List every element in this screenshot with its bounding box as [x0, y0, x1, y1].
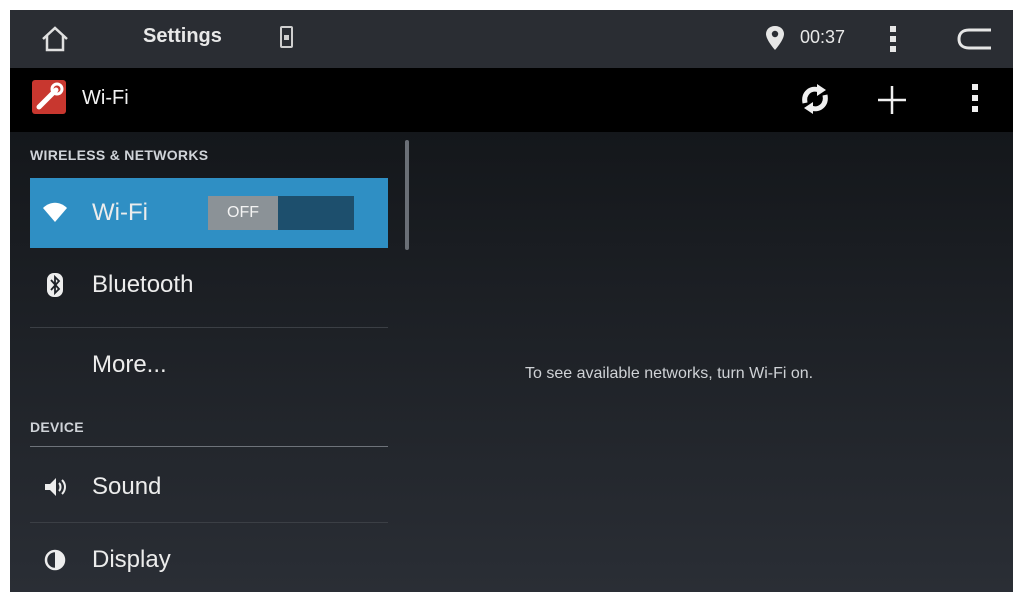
list-item-sound[interactable]: Sound	[30, 452, 388, 522]
list-item-display[interactable]: Display	[30, 525, 388, 592]
section-header-wireless: WIRELESS & NETWORKS	[30, 147, 209, 163]
settings-app-icon	[32, 80, 66, 114]
wifi-toggle-state: OFF	[208, 196, 278, 230]
bluetooth-icon	[42, 272, 68, 298]
wifi-toggle[interactable]: OFF	[208, 196, 354, 230]
location-icon	[766, 26, 784, 50]
list-item-bluetooth[interactable]: Bluetooth	[30, 250, 388, 320]
overflow-icon[interactable]	[888, 24, 898, 54]
status-bar: Settings 00:37	[10, 10, 1013, 68]
add-icon[interactable]	[872, 82, 912, 118]
more-spacer	[42, 352, 68, 378]
list-item-wifi[interactable]: Wi-Fi OFF	[30, 178, 388, 248]
sound-icon	[42, 474, 68, 500]
divider	[30, 446, 388, 447]
overflow-menu-icon[interactable]	[970, 82, 980, 114]
status-title: Settings	[143, 25, 222, 47]
battery-icon	[280, 26, 293, 48]
refresh-icon[interactable]	[795, 81, 835, 117]
divider	[30, 327, 388, 328]
display-label: Display	[92, 546, 171, 573]
action-bar: Wi-Fi	[10, 68, 1013, 132]
action-bar-title: Wi-Fi	[82, 87, 129, 109]
wifi-off-message: To see available networks, turn Wi-Fi on…	[525, 365, 814, 382]
home-icon[interactable]	[40, 24, 70, 54]
section-header-device: DEVICE	[30, 419, 84, 435]
wifi-icon	[42, 200, 68, 226]
bluetooth-label: Bluetooth	[92, 271, 194, 298]
scrollbar[interactable]	[405, 140, 409, 250]
settings-list: WIRELESS & NETWORKS Wi-Fi OFF Bluetooth …	[10, 132, 398, 592]
wifi-label: Wi-Fi	[92, 199, 148, 226]
screen: Settings 00:37 Wi-Fi WIRELESS & NETWORKS…	[10, 10, 1013, 592]
content-area: WIRELESS & NETWORKS Wi-Fi OFF Bluetooth …	[10, 132, 1013, 592]
more-label: More...	[92, 351, 167, 378]
clock: 00:37	[800, 27, 846, 47]
back-icon[interactable]	[955, 26, 995, 52]
sound-label: Sound	[92, 473, 162, 500]
list-item-more[interactable]: More...	[30, 330, 388, 400]
display-icon	[42, 547, 68, 573]
divider	[30, 522, 388, 523]
